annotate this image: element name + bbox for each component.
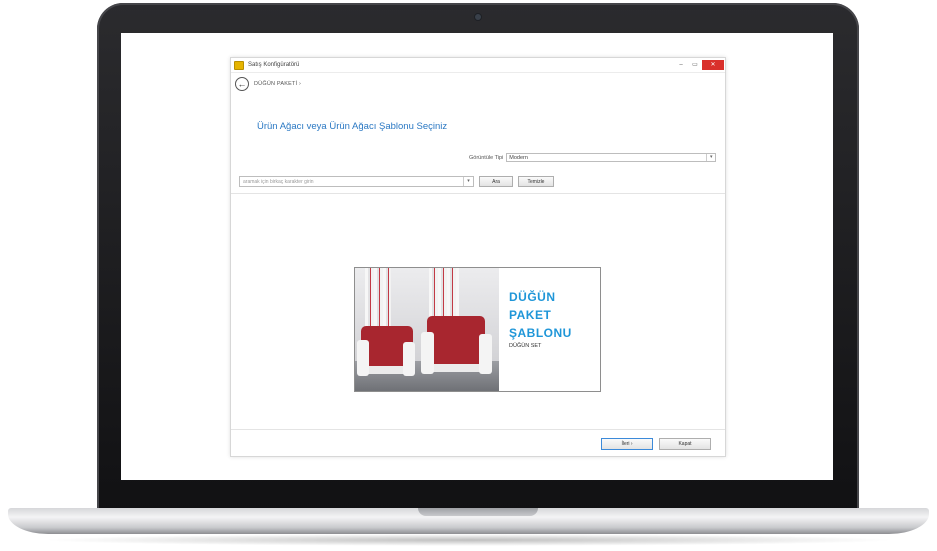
template-subtitle: DÜĞÜN SET [509,343,542,349]
window-title: Satış Konfigüratörü [248,62,300,68]
armchair [427,316,485,372]
template-title-line: DÜĞÜN [509,290,556,304]
laptop-notch [418,508,538,516]
maximize-button[interactable]: ▭ [688,58,702,72]
view-type-row: Görüntüle Tipi Modern ▾ [469,153,717,162]
armchair-arm [479,334,492,374]
app-window: Satış Konfigüratörü – ▭ ✕ ← DÜĞÜN PAKETİ… [230,57,726,457]
search-button[interactable]: Ara [479,176,513,187]
navigation-bar: ← DÜĞÜN PAKETİ › [231,73,725,95]
template-title-line: PAKET [509,308,552,322]
breadcrumb[interactable]: DÜĞÜN PAKETİ › [254,81,301,87]
armchair-arm [421,332,434,374]
title-bar: Satış Konfigüratörü – ▭ ✕ [231,58,725,73]
divider [231,193,725,194]
template-card[interactable]: DÜĞÜN PAKET ŞABLONU DÜĞÜN SET [354,267,601,392]
view-type-value: Modern [509,155,528,161]
view-type-label: Görüntüle Tipi [469,154,504,161]
living-room-photo [355,268,499,391]
minimize-button[interactable]: – [674,58,688,72]
template-label: DÜĞÜN PAKET ŞABLONU DÜĞÜN SET [499,268,599,391]
laptop-base [8,508,929,534]
chevron-down-icon[interactable]: ▾ [463,177,473,186]
search-placeholder: aramak için birkaç karakter girin [243,179,314,185]
webcam [475,14,481,20]
armchair-arm [357,340,369,376]
divider [231,429,725,430]
armchair-arm [403,342,415,376]
clear-button[interactable]: Temizle [518,176,554,187]
template-title-line: ŞABLONU [509,326,572,340]
cancel-button[interactable]: Kapat [659,438,711,450]
back-arrow-icon[interactable]: ← [235,77,249,91]
chevron-down-icon[interactable]: ▾ [706,154,715,161]
close-button[interactable]: ✕ [702,60,724,70]
view-type-select[interactable]: Modern ▾ [506,153,717,162]
app-icon [234,60,244,70]
laptop-shadow [40,534,897,546]
laptop-screen: Satış Konfigüratörü – ▭ ✕ ← DÜĞÜN PAKETİ… [121,33,833,480]
next-button[interactable]: İleri › [601,438,653,450]
page-title: Ürün Ağacı veya Ürün Ağacı Şablonu Seçin… [257,121,448,132]
search-input[interactable]: aramak için birkaç karakter girin ▾ [239,176,474,187]
search-row: aramak için birkaç karakter girin ▾ Ara … [239,176,554,187]
